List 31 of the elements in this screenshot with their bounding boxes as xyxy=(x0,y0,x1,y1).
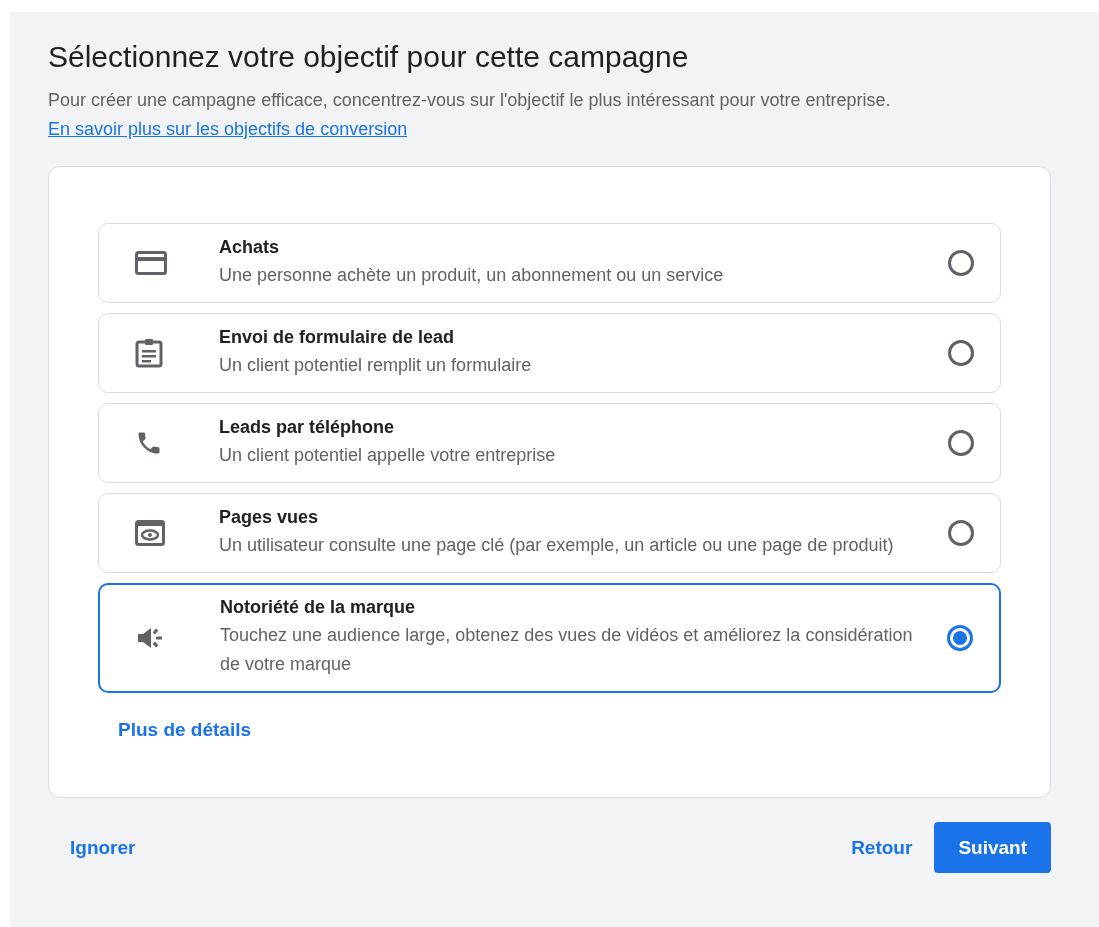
clipboard-icon xyxy=(135,338,163,368)
option-description: Touchez une audience large, obtenez des vues de vidéos et améliorez la considération de votre marque xyxy=(220,624,914,676)
back-button[interactable]: Retour xyxy=(841,826,923,869)
megaphone-icon xyxy=(136,625,164,651)
option-title: Achats xyxy=(219,236,281,258)
option-description: Une personne achète un produit, un abonnement ou un service xyxy=(219,263,725,287)
objective-option[interactable]: Notoriété de la marque Touchez une audience large, obtenez des vues de vidéos et améliorez la considération de votre marque xyxy=(98,583,1001,693)
next-button[interactable]: Suivant xyxy=(934,822,1051,873)
skip-button[interactable]: Ignorer xyxy=(60,826,146,869)
radio-button[interactable] xyxy=(948,430,974,456)
conversion-goals-link[interactable]: En savoir plus sur les objectifs de conversion xyxy=(48,119,408,139)
objective-option[interactable]: Envoi de formulaire de lead Un client potentiel remplit un formulaire xyxy=(98,313,1001,393)
option-description: Un client potentiel appelle votre entreprise xyxy=(219,443,557,467)
option-title: Notoriété de la marque xyxy=(220,597,417,618)
objective-option[interactable]: Pages vues Un utilisateur consulte une page clé (par exemple, un article ou une page de produit) xyxy=(98,493,1001,573)
page-title: Sélectionnez votre objectif pour cette campagne xyxy=(48,40,690,74)
objective-option[interactable]: Leads par téléphone Un client potentiel appelle votre entreprise xyxy=(98,403,1001,483)
radio-button[interactable] xyxy=(948,250,974,276)
option-title: Leads par téléphone xyxy=(219,416,396,438)
option-title: Pages vues xyxy=(219,506,320,528)
page-description: Pour créer une campagne efficace, concentrez-vous sur l'objectif le plus intéressant pour votre entreprise. En savoir plus sur les objectifs de conversion xyxy=(48,89,892,141)
radio-button[interactable] xyxy=(947,625,973,651)
eye-window-icon xyxy=(135,520,165,546)
radio-button[interactable] xyxy=(948,520,974,546)
option-description: Un utilisateur consulte une page clé (par exemple, un article ou une page de produit) xyxy=(219,533,895,557)
objective-option[interactable]: Achats Une personne achète un produit, un abonnement ou un service xyxy=(98,223,1001,303)
option-title: Envoi de formulaire de lead xyxy=(219,326,456,348)
option-description: Un client potentiel remplit un formulaire xyxy=(219,353,533,377)
credit-card-icon xyxy=(135,251,167,275)
more-details-link[interactable]: Plus de détails xyxy=(118,719,252,741)
radio-button[interactable] xyxy=(948,340,974,366)
